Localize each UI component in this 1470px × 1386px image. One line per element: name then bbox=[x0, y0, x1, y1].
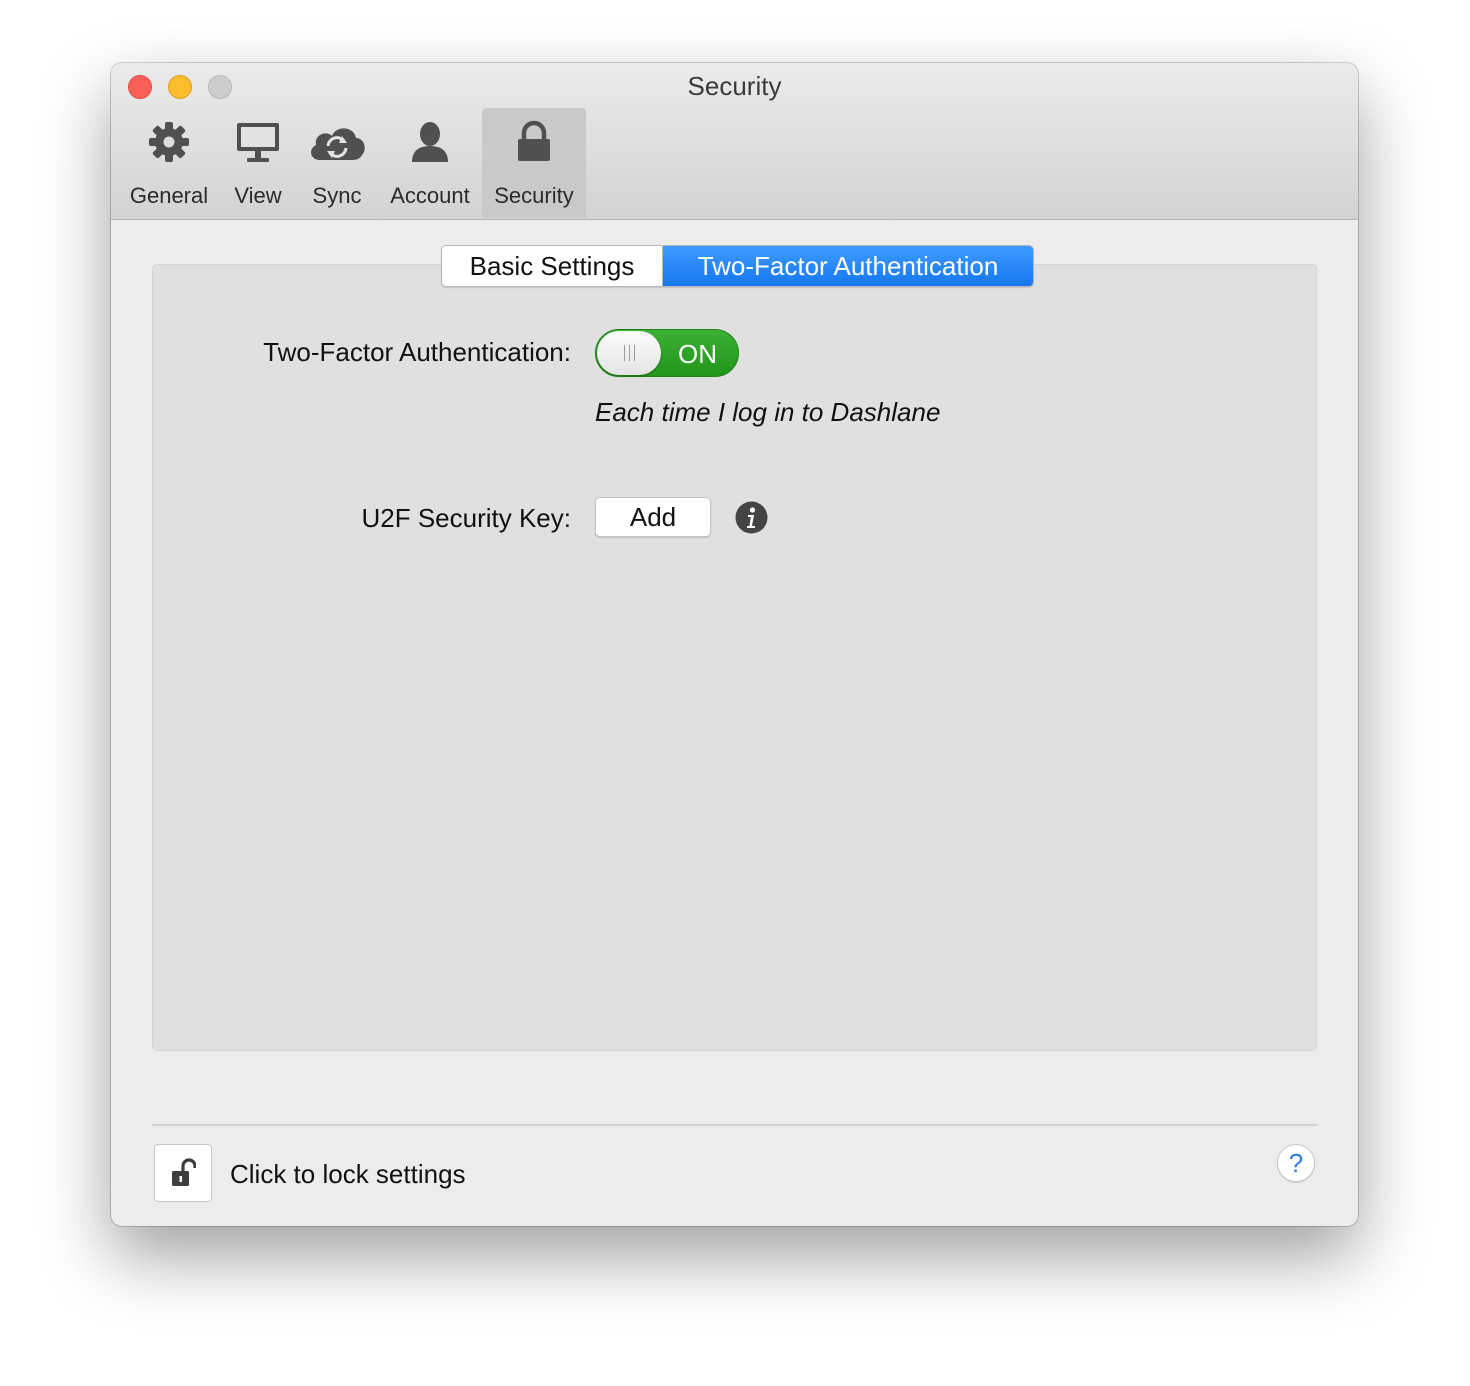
two-factor-label: Two-Factor Authentication: bbox=[263, 337, 571, 367]
lock-settings-button[interactable] bbox=[154, 1144, 212, 1202]
lock-icon bbox=[482, 120, 586, 170]
toolbar-item-sync[interactable]: Sync bbox=[300, 108, 374, 218]
tab-basic-settings[interactable]: Basic Settings bbox=[442, 246, 663, 286]
u2f-label: U2F Security Key: bbox=[361, 503, 571, 533]
titlebar: Security General View Sync Account Secur… bbox=[111, 63, 1358, 220]
toolbar-label-view: View bbox=[234, 183, 282, 208]
toolbar-label-sync: Sync bbox=[312, 183, 362, 208]
toolbar-label-account: Account bbox=[390, 183, 470, 208]
two-factor-toggle[interactable]: ON bbox=[595, 329, 739, 377]
toggle-state-label: ON bbox=[678, 339, 717, 369]
toggle-knob[interactable] bbox=[597, 331, 661, 375]
info-icon[interactable] bbox=[735, 501, 768, 534]
toolbar-item-account[interactable]: Account bbox=[381, 108, 479, 218]
cloud-sync-icon bbox=[300, 120, 374, 170]
toolbar-item-security[interactable]: Security bbox=[482, 108, 586, 218]
tab-bar: Basic Settings Two-Factor Authentication bbox=[441, 245, 1034, 287]
toolbar-label-security: Security bbox=[494, 183, 574, 208]
tab-two-factor-authentication[interactable]: Two-Factor Authentication bbox=[663, 246, 1033, 286]
grip-icon bbox=[623, 345, 635, 361]
help-button[interactable]: ? bbox=[1277, 1144, 1315, 1182]
lock-settings-label[interactable]: Click to lock settings bbox=[230, 1159, 466, 1190]
person-icon bbox=[381, 120, 479, 170]
gear-icon bbox=[123, 120, 215, 170]
toolbar-label-general: General bbox=[129, 183, 209, 208]
toolbar-item-general[interactable]: General bbox=[123, 108, 215, 218]
add-security-key-button[interactable]: Add bbox=[595, 497, 711, 537]
content-panel bbox=[152, 264, 1317, 1051]
window-title: Security bbox=[687, 71, 782, 101]
toolbar-item-view[interactable]: View bbox=[223, 108, 293, 218]
monitor-icon bbox=[223, 120, 293, 170]
unlocked-padlock-icon bbox=[172, 1158, 196, 1186]
two-factor-description: Each time I log in to Dashlane bbox=[595, 397, 941, 427]
preferences-window: Security General View Sync Account Secur… bbox=[111, 63, 1358, 1226]
footer-divider bbox=[152, 1124, 1318, 1126]
